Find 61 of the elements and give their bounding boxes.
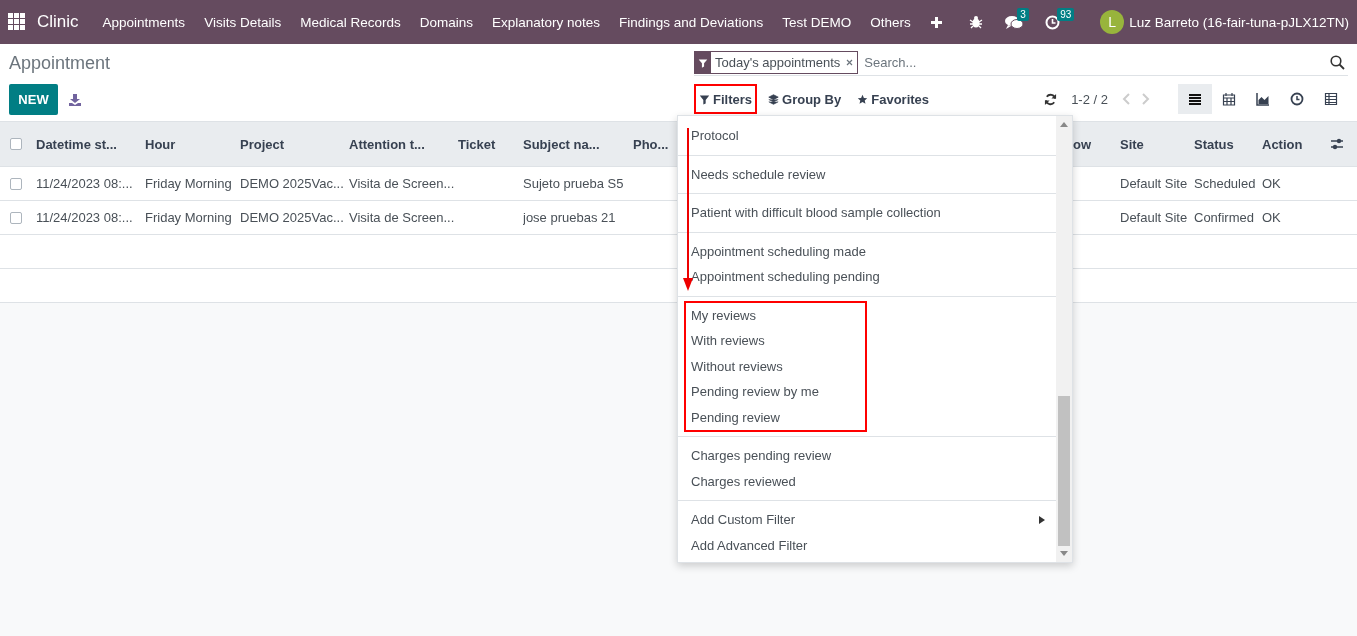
filter-option[interactable]: Pending review (691, 407, 780, 428)
table-cell: OK (1262, 210, 1281, 225)
table-cell: Sujeto prueba S5 (523, 176, 624, 191)
column-header[interactable]: Site (1120, 136, 1144, 152)
breadcrumb: Appointment (9, 53, 112, 75)
filter-option[interactable]: Add Advanced Filter (691, 535, 808, 556)
filter-option[interactable]: Add Custom Filter (691, 509, 796, 530)
column-header[interactable]: Subject na... (523, 136, 600, 152)
column-header[interactable]: Pho... (633, 136, 669, 152)
filter-option[interactable]: Appointment scheduling pending (691, 266, 880, 287)
menu-item[interactable]: Domains (419, 14, 473, 30)
menu-item[interactable]: Others (870, 14, 911, 30)
activity-count-badge: 93 (1057, 7, 1075, 21)
table-cell: Confirmed (1194, 210, 1254, 225)
app-name[interactable]: Clinic (37, 12, 79, 32)
filter-option[interactable]: With reviews (691, 330, 765, 351)
menu-item[interactable]: Visits Details (204, 14, 282, 30)
filter-option[interactable]: My reviews (691, 305, 756, 326)
menu-item[interactable]: Medical Records (300, 14, 401, 30)
column-header[interactable]: Datetime st... (36, 136, 117, 152)
column-header[interactable]: Hour (145, 136, 176, 152)
message-count-badge: 3 (1017, 7, 1029, 21)
table-cell: DEMO 2025Vac... (240, 176, 344, 191)
filter-option[interactable]: Pending review by me (691, 381, 819, 402)
column-header[interactable]: Action (1262, 136, 1303, 152)
filter-option[interactable]: Without reviews (691, 356, 783, 377)
filter-option[interactable]: Charges reviewed (691, 471, 796, 492)
table-cell: Default Site (1120, 176, 1188, 191)
filter-option[interactable]: Appointment scheduling made (691, 241, 866, 262)
filter-option[interactable]: Protocol (691, 125, 739, 146)
column-header[interactable]: ow (1073, 136, 1092, 152)
table-cell: Visita de Screen... (349, 210, 455, 225)
table-cell: Visita de Screen... (349, 176, 455, 191)
search-facet[interactable]: Today's appointments (694, 51, 859, 74)
table-cell: Friday Morning (145, 210, 232, 225)
column-header[interactable]: Attention t... (349, 136, 425, 152)
menu-item[interactable]: Findings and Deviations (619, 14, 764, 30)
column-header[interactable]: Status (1194, 136, 1234, 152)
new-button[interactable]: NEW (9, 84, 58, 115)
table-cell: DEMO 2025Vac... (240, 210, 344, 225)
pager-value: 1-2 / 2 (1071, 91, 1108, 107)
facet-label: Today's appointments (715, 55, 841, 70)
table-cell: Default Site (1120, 210, 1188, 225)
group-by-button[interactable]: Group By (763, 84, 847, 114)
column-header[interactable]: Ticket (458, 136, 496, 152)
table-cell: Friday Morning (145, 176, 232, 191)
table-cell: 11/24/2023 08:... (36, 210, 133, 225)
table-cell: OK (1262, 176, 1281, 191)
filter-option[interactable]: Needs schedule review (691, 164, 826, 185)
favorites-button[interactable]: Favorites (852, 84, 935, 114)
menu-item[interactable]: Explanatory notes (492, 14, 601, 30)
table-cell: jose pruebas 21 (523, 210, 616, 225)
filter-option[interactable]: Patient with difficult blood sample collection (691, 202, 941, 223)
menu-item[interactable]: Test DEMO (782, 14, 852, 30)
table-cell: Scheduled (1194, 176, 1256, 191)
filters-button[interactable]: Filters (694, 84, 757, 114)
filter-option[interactable]: Charges pending review (691, 445, 832, 466)
menu-item[interactable]: Appointments (102, 14, 186, 30)
table-cell: 11/24/2023 08:... (36, 176, 133, 191)
user-name[interactable]: Luz Barreto (16-fair-tuna-pJLX12TN) (1129, 14, 1349, 30)
column-header[interactable]: Project (240, 136, 285, 152)
